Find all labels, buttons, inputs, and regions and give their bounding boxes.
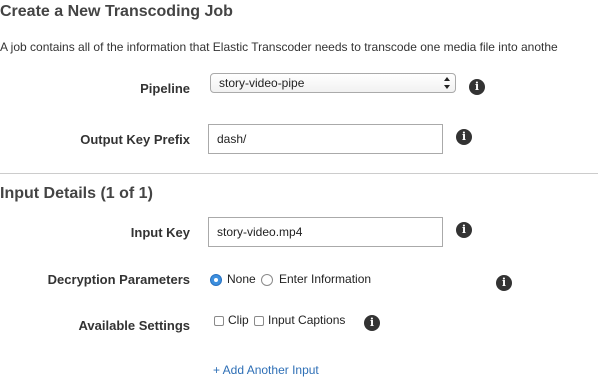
available-settings-info-icon[interactable]: i — [364, 315, 380, 331]
input-key-info-icon[interactable]: i — [456, 222, 472, 238]
decryption-none-radio[interactable] — [210, 274, 222, 286]
input-captions-label[interactable]: Input Captions — [268, 313, 345, 327]
pipeline-label: Pipeline — [140, 81, 190, 96]
available-settings-label: Available Settings — [78, 318, 191, 333]
decryption-info-icon[interactable]: i — [496, 275, 512, 291]
add-another-input-link[interactable]: + Add Another Input — [213, 363, 319, 377]
page-description: A job contains all of the information th… — [0, 40, 558, 54]
clip-checkbox[interactable] — [214, 316, 224, 326]
decryption-enter-information-radio[interactable] — [261, 274, 273, 286]
input-key-input[interactable]: story-video.mp4 — [208, 217, 443, 247]
decryption-parameters-label: Decryption Parameters — [47, 272, 190, 287]
page-title: Create a New Transcoding Job — [0, 3, 233, 20]
decryption-enter-information-label[interactable]: Enter Information — [279, 272, 371, 286]
select-arrows-icon — [444, 77, 450, 89]
clip-label[interactable]: Clip — [228, 313, 249, 327]
output-key-prefix-input[interactable]: dash/ — [208, 124, 443, 154]
input-key-label: Input Key — [130, 225, 190, 240]
input-captions-checkbox[interactable] — [254, 316, 264, 326]
input-details-title: Input Details (1 of 1) — [0, 185, 153, 202]
section-divider — [0, 173, 598, 174]
pipeline-select[interactable]: story-video-pipe — [210, 73, 456, 93]
create-transcoding-job-page: Create a New Transcoding Job A job conta… — [0, 0, 598, 392]
decryption-none-label[interactable]: None — [227, 272, 256, 286]
output-key-prefix-label: Output Key Prefix — [80, 132, 190, 147]
output-key-prefix-info-icon[interactable]: i — [456, 129, 472, 145]
pipeline-selected-value: story-video-pipe — [219, 76, 305, 90]
pipeline-info-icon[interactable]: i — [469, 79, 485, 95]
